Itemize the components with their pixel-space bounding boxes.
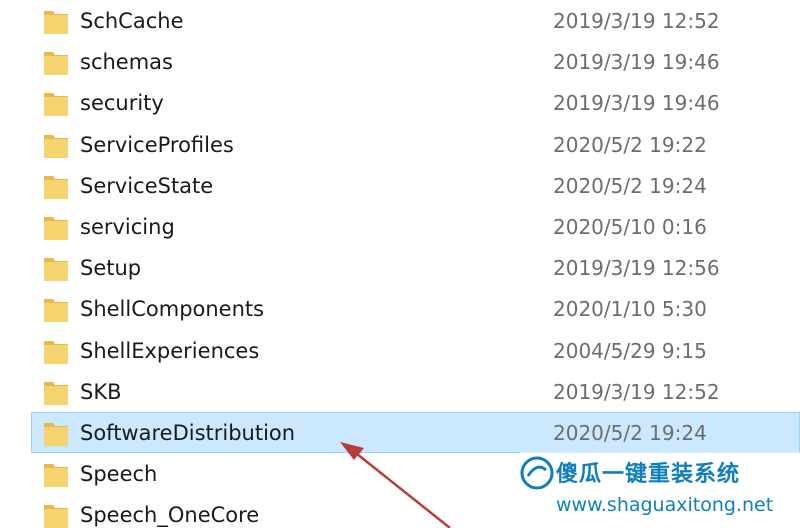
file-modified-date: 2020/5/2 19:24 bbox=[553, 173, 707, 198]
folder-icon bbox=[44, 52, 68, 76]
file-modified-date: 2019/3/19 19:46 bbox=[553, 50, 720, 75]
file-name: Speech_OneCore bbox=[80, 503, 260, 528]
file-name: ServiceProfiles bbox=[80, 132, 234, 157]
file-list: SchCache 2019/3/19 12:52 schemas 2019/3/19 … bbox=[0, 0, 800, 528]
folder-icon bbox=[44, 505, 68, 528]
file-modified-date: 2020/5/2 19:22 bbox=[553, 132, 707, 157]
file-row[interactable]: ServiceState 2020/5/2 19:24 bbox=[0, 165, 800, 206]
file-name: SKB bbox=[80, 379, 122, 404]
file-modified-date: 2020/5/10 0:16 bbox=[553, 214, 707, 239]
file-row[interactable]: SKB 2019/3/19 12:52 bbox=[0, 371, 800, 412]
file-row[interactable]: Speech bbox=[0, 453, 800, 494]
folder-icon bbox=[44, 340, 68, 364]
folder-icon bbox=[44, 175, 68, 199]
file-explorer-window: SchCache 2019/3/19 12:52 schemas 2019/3/19 … bbox=[0, 0, 800, 528]
folder-icon bbox=[44, 422, 68, 446]
folder-icon bbox=[44, 93, 68, 117]
file-name: security bbox=[80, 91, 164, 116]
file-name: ShellComponents bbox=[80, 297, 265, 322]
file-row[interactable]: Setup 2019/3/19 12:56 bbox=[0, 247, 800, 288]
folder-icon bbox=[44, 11, 68, 34]
file-modified-date: 2004/5/29 9:15 bbox=[553, 338, 707, 363]
file-name: Speech bbox=[80, 462, 158, 487]
file-modified-date: 2020/1/10 5:30 bbox=[553, 297, 707, 322]
file-name: ShellExperiences bbox=[80, 338, 260, 363]
file-name: SchCache bbox=[80, 9, 184, 33]
file-row[interactable]: security 2019/3/19 19:46 bbox=[0, 82, 800, 123]
file-row[interactable]: Speech_OneCore bbox=[0, 494, 800, 528]
file-name: Setup bbox=[80, 256, 142, 281]
file-row[interactable]: ServiceProfiles 2020/5/2 19:22 bbox=[0, 124, 800, 165]
folder-icon bbox=[44, 258, 68, 282]
folder-icon bbox=[44, 299, 68, 323]
folder-icon bbox=[44, 134, 68, 158]
file-row[interactable]: ShellComponents 2020/1/10 5:30 bbox=[0, 288, 800, 329]
file-row[interactable]: SchCache 2019/3/19 12:52 bbox=[0, 0, 800, 41]
folder-icon bbox=[44, 216, 68, 240]
file-modified-date: 2020/5/2 19:24 bbox=[553, 420, 707, 445]
file-modified-date: 2019/3/19 12:52 bbox=[553, 379, 720, 404]
file-name: SoftwareDistribution bbox=[80, 420, 296, 445]
file-row[interactable]: ShellExperiences 2004/5/29 9:15 bbox=[0, 330, 800, 371]
file-row[interactable]: servicing 2020/5/10 0:16 bbox=[0, 206, 800, 247]
file-name: schemas bbox=[80, 50, 173, 75]
file-modified-date: 2019/3/19 12:52 bbox=[553, 9, 720, 33]
file-modified-date: 2019/3/19 19:46 bbox=[553, 91, 720, 116]
file-name: ServiceState bbox=[80, 173, 214, 198]
file-modified-date: 2019/3/19 12:56 bbox=[553, 256, 720, 281]
file-row[interactable]: schemas 2019/3/19 19:46 bbox=[0, 41, 800, 82]
folder-icon bbox=[44, 381, 68, 405]
file-row[interactable]: SoftwareDistribution 2020/5/2 19:24 bbox=[31, 411, 800, 454]
file-name: servicing bbox=[80, 214, 175, 239]
folder-icon bbox=[44, 464, 68, 488]
